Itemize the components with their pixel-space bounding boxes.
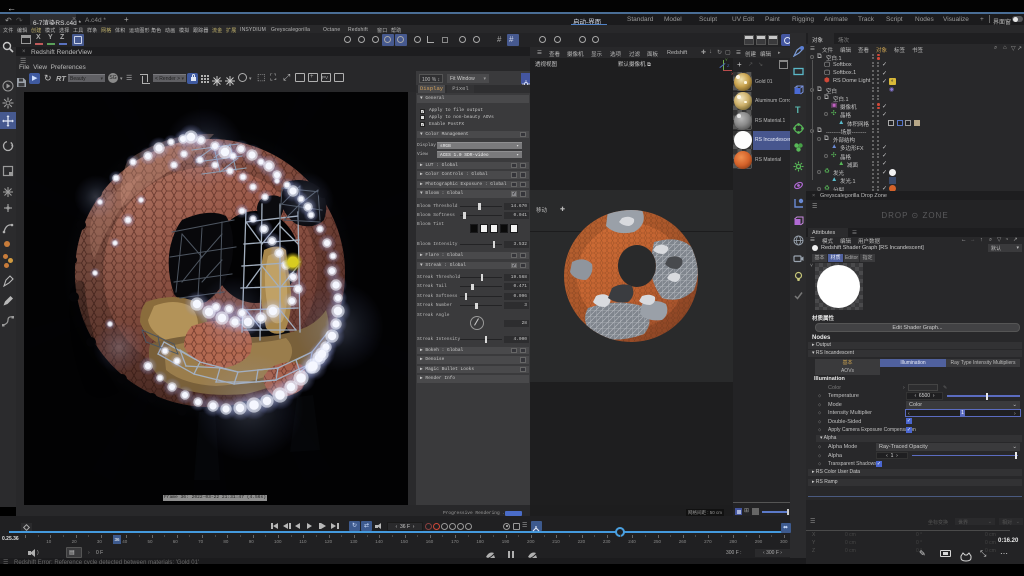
svg-text:T: T [795,105,801,115]
